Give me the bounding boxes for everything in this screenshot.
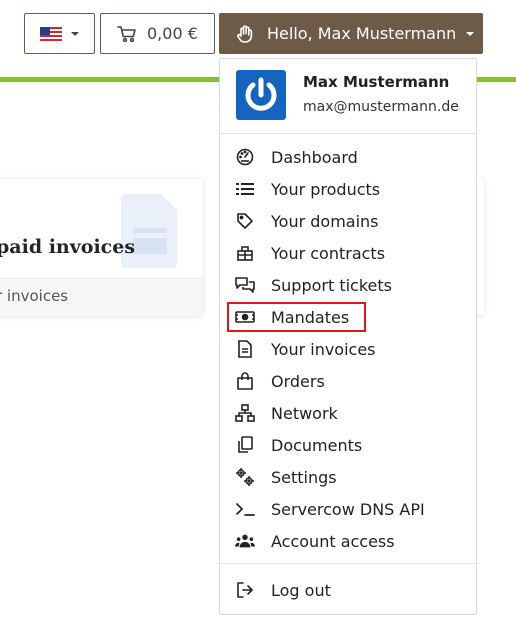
users-icon — [235, 531, 255, 551]
chevron-down-icon — [466, 31, 475, 36]
shopping-bag-icon — [235, 371, 255, 391]
tag-icon — [235, 211, 255, 231]
power-icon — [245, 77, 277, 111]
language-selector-button[interactable] — [24, 13, 95, 54]
user-greeting: Hello, Max Mustermann — [267, 24, 457, 43]
user-profile-header: Max Mustermann max@mustermann.de — [220, 59, 476, 134]
menu-item-label: Network — [271, 403, 338, 423]
unpaid-invoices-card: paid invoices r invoices — [0, 179, 203, 316]
user-name: Max Mustermann — [303, 73, 450, 91]
menu-item-log-out[interactable]: Log out — [220, 574, 476, 606]
card-footer[interactable]: r invoices — [0, 278, 203, 316]
menu-item-label: Mandates — [271, 307, 350, 327]
menu-item-label: Your invoices — [271, 339, 376, 359]
menu-item-documents[interactable]: Documents — [220, 429, 476, 461]
dashboard-gauge-icon — [235, 147, 255, 167]
menu-item-label: Log out — [271, 580, 331, 600]
card-title: paid invoices — [0, 236, 136, 258]
menu-item-settings[interactable]: Settings — [220, 461, 476, 493]
menu-item-label: Servercow DNS API — [271, 499, 425, 519]
menu-item-servercow-dns-api[interactable]: Servercow DNS API — [220, 493, 476, 525]
chat-bubbles-icon — [235, 275, 255, 295]
logout-icon — [235, 580, 255, 600]
cart-icon — [117, 25, 136, 42]
invoice-icon — [235, 339, 255, 359]
menu-item-label: Your contracts — [271, 243, 386, 263]
money-bill-icon — [235, 307, 255, 327]
menu-item-your-products[interactable]: Your products — [220, 173, 476, 205]
menu-item-label: Support tickets — [271, 275, 392, 295]
terminal-icon — [235, 499, 255, 519]
card-footer-link[interactable]: r invoices — [0, 287, 68, 305]
menu-item-network[interactable]: Network — [220, 397, 476, 429]
menu-item-label: Your products — [271, 179, 381, 199]
menu-item-support-tickets[interactable]: Support tickets — [220, 269, 476, 301]
menu-item-orders[interactable]: Orders — [220, 365, 476, 397]
menu-item-label: Orders — [271, 371, 325, 391]
us-flag-icon — [40, 26, 62, 41]
menu-item-mandates[interactable]: Mandates — [227, 302, 366, 332]
cart-amount: 0,00 € — [147, 24, 198, 43]
documents-icon — [235, 435, 255, 455]
menu-divider — [220, 563, 476, 564]
menu-item-your-domains[interactable]: Your domains — [220, 205, 476, 237]
gears-icon — [235, 467, 255, 487]
menu-item-label: Dashboard — [271, 147, 358, 167]
menu-item-label: Your domains — [271, 211, 379, 231]
waving-hand-icon — [237, 24, 253, 43]
menu-item-label: Account access — [271, 531, 395, 551]
cart-button[interactable]: 0,00 € — [100, 13, 215, 54]
user-menu-button[interactable]: Hello, Max Mustermann — [219, 13, 483, 54]
menu-item-label: Settings — [271, 467, 337, 487]
chevron-down-icon — [71, 31, 79, 36]
menu-item-dashboard[interactable]: Dashboard — [220, 141, 476, 173]
menu-item-your-contracts[interactable]: Your contracts — [220, 237, 476, 269]
list-icon — [235, 179, 255, 199]
user-dropdown-menu: Max Mustermann max@mustermann.de Dashboa… — [219, 58, 477, 615]
menu-item-your-invoices[interactable]: Your invoices — [220, 333, 476, 365]
network-icon — [235, 403, 255, 423]
menu-item-account-access[interactable]: Account access — [220, 525, 476, 557]
avatar — [236, 70, 286, 120]
user-email: max@mustermann.de — [303, 99, 459, 115]
contract-icon — [235, 243, 255, 263]
menu-item-label: Documents — [271, 435, 363, 455]
